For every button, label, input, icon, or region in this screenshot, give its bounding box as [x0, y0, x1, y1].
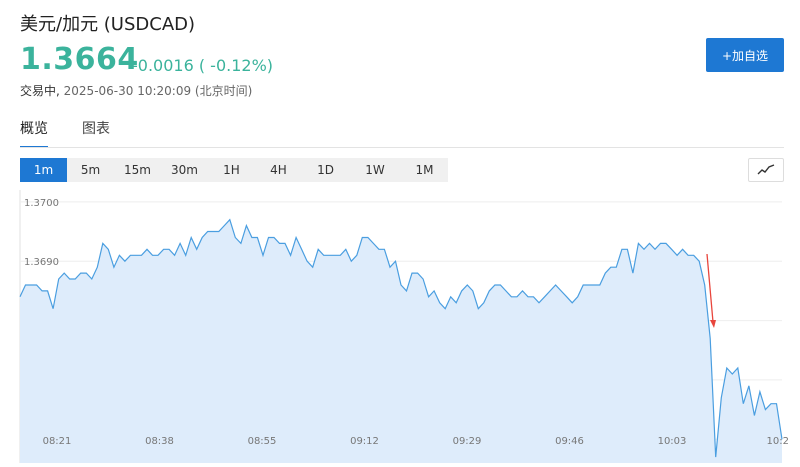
interval-1d[interactable]: 1D [302, 158, 349, 182]
interval-5m[interactable]: 5m [67, 158, 114, 182]
interval-1w[interactable]: 1W [349, 158, 401, 182]
x-tick-label: 09:46 [555, 436, 584, 447]
interval-30m[interactable]: 30m [161, 158, 208, 182]
interval-1m[interactable]: 1m [20, 158, 67, 182]
x-tick-label: 09:29 [453, 436, 482, 447]
add-to-watchlist-button[interactable]: +加自选 [706, 38, 784, 72]
x-tick-label: 10:2 [767, 436, 789, 447]
x-tick-label: 09:12 [350, 436, 379, 447]
tab-divider [20, 147, 784, 148]
interval-4h[interactable]: 4H [255, 158, 302, 182]
price-chart[interactable]: 1.37001.36901.36801.36701.366008:2108:38… [0, 190, 800, 463]
x-tick-label: 08:55 [248, 436, 277, 447]
interval-selector: 1m 5m 15m 30m 1H 4H 1D 1W 1M [20, 158, 448, 182]
instrument-title: 美元/加元 (USDCAD) [20, 14, 196, 35]
price-area-chart[interactable]: 1.37001.36901.36801.36701.366008:2108:38… [0, 190, 800, 463]
price-change: -0.0016 ( -0.12%) [132, 56, 274, 75]
y-tick-label: 1.3700 [24, 198, 59, 209]
x-tick-label: 10:03 [658, 436, 687, 447]
y-tick-label: 1.3690 [24, 257, 59, 268]
x-tick-label: 08:38 [145, 436, 174, 447]
interval-1mo[interactable]: 1M [401, 158, 448, 182]
price-area-fill [20, 219, 782, 463]
trading-status: 交易中, 2025-06-30 10:20:09 (北京时间) [20, 82, 252, 99]
interval-15m[interactable]: 15m [114, 158, 161, 182]
x-tick-label: 08:21 [43, 436, 72, 447]
chart-type-button[interactable] [748, 158, 784, 182]
trading-status-label: 交易中, [20, 84, 60, 98]
line-chart-icon [757, 164, 775, 175]
interval-1h[interactable]: 1H [208, 158, 255, 182]
tab-overview[interactable]: 概览 [20, 118, 48, 148]
trading-status-time: 2025-06-30 10:20:09 (北京时间) [63, 84, 253, 98]
current-price: 1.3664 [20, 42, 139, 77]
tab-chart[interactable]: 图表 [82, 118, 110, 146]
